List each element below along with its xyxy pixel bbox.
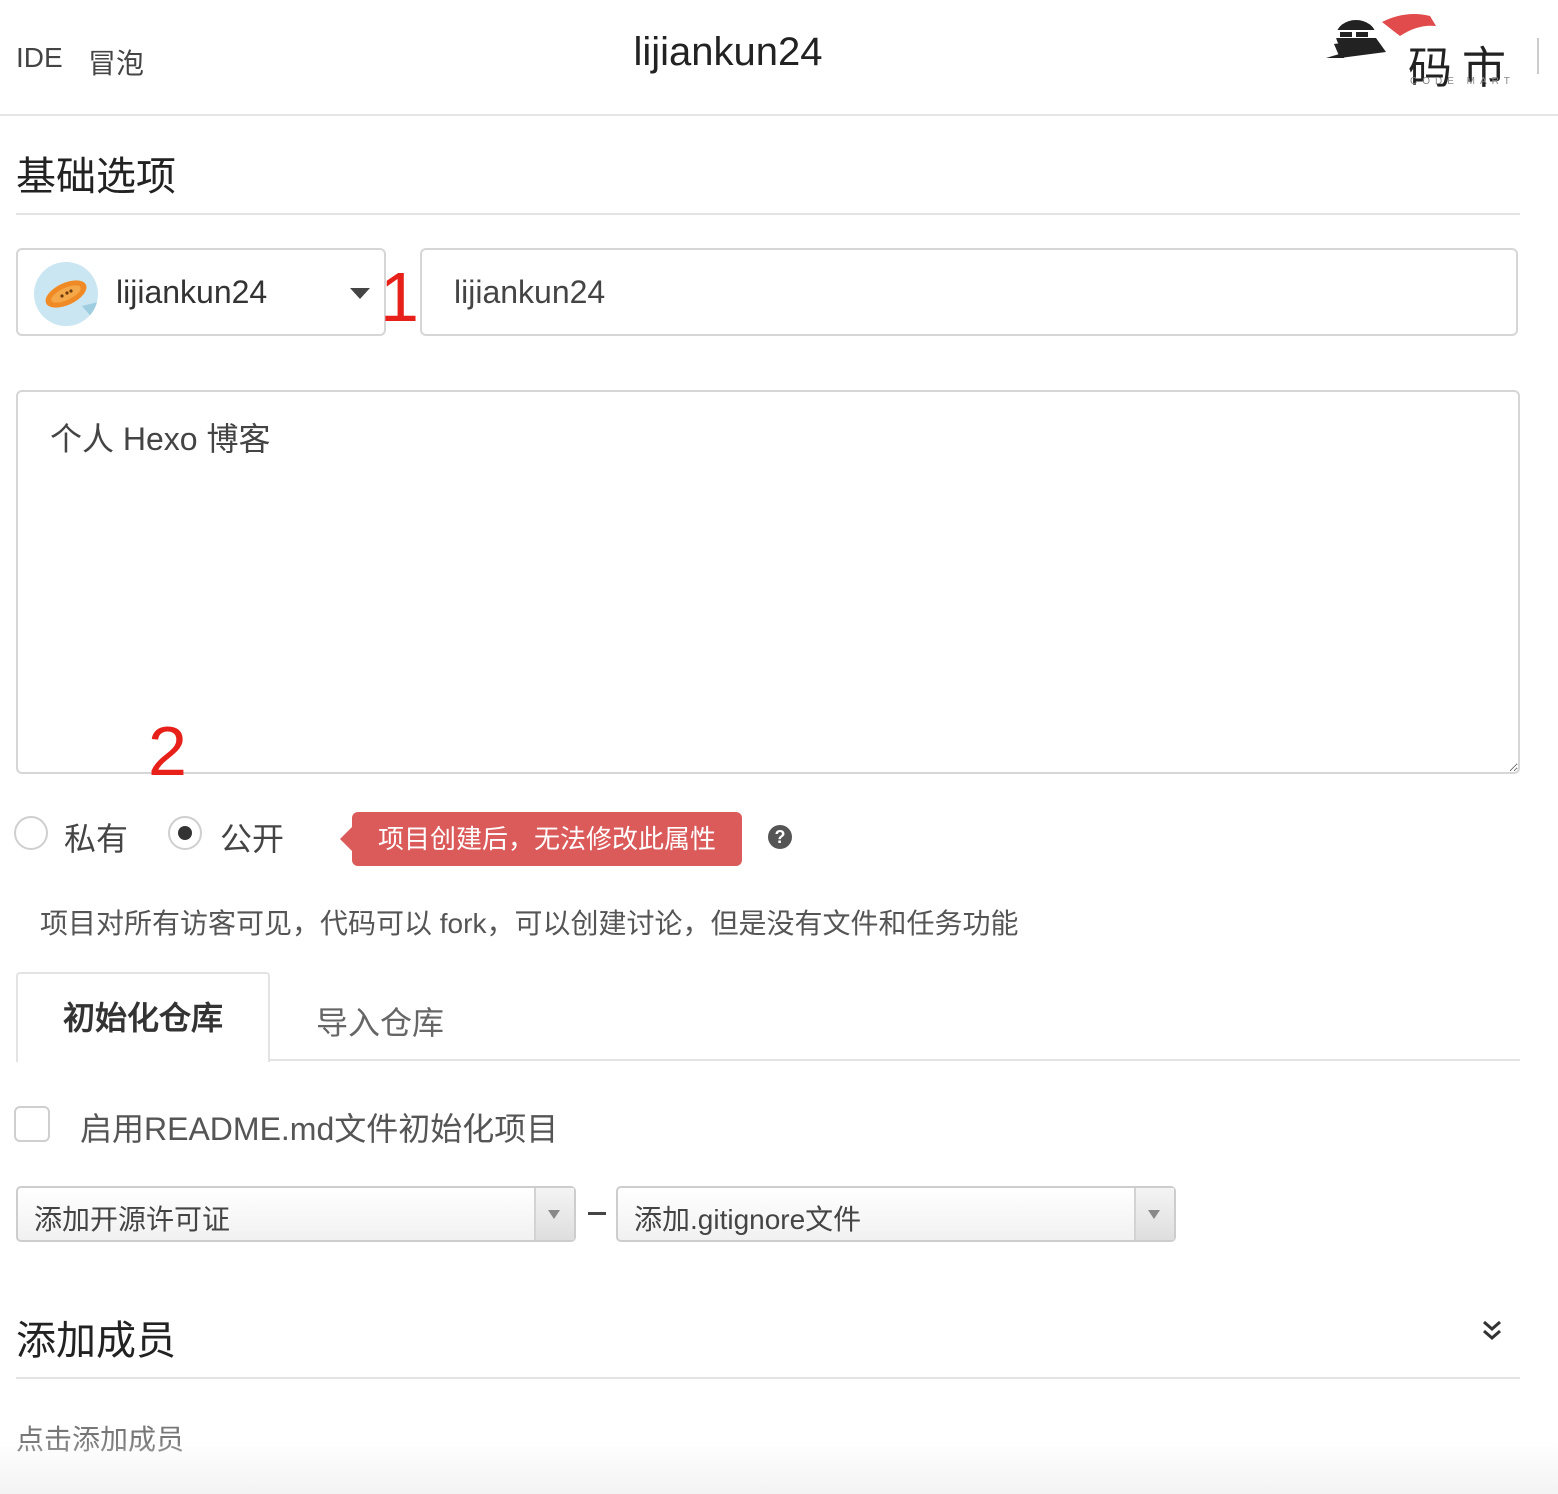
gitignore-select-value: 添加.gitignore文件 [634,1204,862,1235]
select-arrow-button [1134,1188,1174,1240]
caret-down-icon [350,288,370,299]
page-title: lijiankun24 [633,30,823,74]
caret-down-icon [1148,1210,1160,1219]
divider [1537,38,1539,74]
visibility-hint: 项目对所有访客可见，代码可以 fork，可以创建讨论，但是没有文件和任务功能 [40,908,1019,939]
project-name-input[interactable] [420,248,1518,336]
owner-select[interactable]: lijiankun24 [16,248,386,336]
tab-init-repo[interactable]: 初始化仓库 [16,972,270,1062]
bottom-shadow [0,1440,1558,1494]
section-title-members: 添加成员 [16,1319,176,1363]
caret-down-icon [548,1210,560,1219]
readme-checkbox[interactable] [14,1106,50,1142]
radio-label-public[interactable]: 公开 [220,814,284,860]
select-arrow-button [534,1188,574,1240]
separator-dash [588,1212,606,1215]
papaya-icon [45,280,98,326]
gitignore-select[interactable]: 添加.gitignore文件 [616,1186,1176,1242]
license-select[interactable]: 添加开源许可证 [16,1186,576,1242]
divider [16,1377,1520,1379]
tab-import-repo[interactable]: 导入仓库 [316,998,444,1044]
help-icon[interactable]: ? [768,825,792,849]
annotation-number: 2 [148,712,187,790]
readme-checkbox-label[interactable]: 启用README.md文件初始化项目 [80,1104,558,1150]
radio-private[interactable] [14,816,48,850]
radio-selected-dot [178,826,192,840]
annotation-number: 1 [380,258,419,336]
logo-subtitle: CODE MART [1410,76,1515,87]
license-select-value: 添加开源许可证 [34,1204,231,1235]
radio-label-private[interactable]: 私有 [64,814,128,860]
radio-public[interactable] [168,816,202,850]
avatar [34,262,98,326]
divider [16,213,1520,215]
owner-name: lijiankun24 [116,274,268,310]
visibility-tooltip: 项目创建后，无法修改此属性 [352,812,742,866]
description-textarea[interactable]: 个人 Hexo 博客 [16,390,1520,774]
double-chevron-down-icon[interactable] [1478,1316,1506,1344]
section-title-basic: 基础选项 [16,155,176,199]
